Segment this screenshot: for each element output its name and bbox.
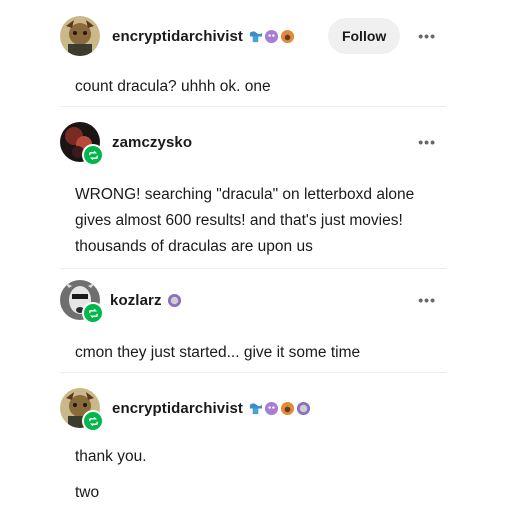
badge-group: [166, 293, 182, 308]
post-text: WRONG! searching "dracula" on letterboxd…: [75, 186, 415, 255]
post-header: zamczysko •••: [60, 120, 446, 166]
post-text: cmon they just started... give it some t…: [75, 344, 361, 361]
reblog-icon: [82, 302, 104, 324]
ellipsis-icon[interactable]: •••: [418, 135, 436, 149]
follow-button[interactable]: Follow: [327, 18, 401, 54]
post-text: count dracula? uhhh ok. one: [75, 78, 271, 95]
post-header: kozlarz •••: [60, 278, 446, 324]
wave-badge-icon: [249, 30, 263, 42]
avatar-image: [60, 16, 100, 56]
avatar[interactable]: [60, 16, 100, 56]
orange-creature-badge-icon: [280, 401, 295, 415]
reblog-icon: [82, 144, 104, 166]
wave-badge-icon: [249, 402, 263, 414]
purple-creature-badge-icon: [264, 29, 279, 43]
ellipsis-icon[interactable]: •••: [418, 29, 436, 43]
avatar[interactable]: [60, 388, 104, 432]
avatar[interactable]: [60, 280, 104, 324]
post-1: encryptidarchivist Follow ••• count drac…: [60, 14, 446, 107]
badge-group: [247, 29, 295, 44]
ellipsis-icon[interactable]: •••: [418, 293, 436, 307]
grey-creature-badge-icon: [167, 293, 181, 307]
purple-creature-badge-icon: [264, 401, 279, 415]
grey-creature-badge-icon: [296, 401, 311, 415]
post-4: encryptidarchivist thank you. two: [60, 386, 446, 516]
username[interactable]: encryptidarchivist: [112, 28, 243, 45]
post-header: encryptidarchivist: [60, 386, 446, 432]
orange-creature-badge-icon: [280, 29, 295, 43]
badge-group: [247, 401, 311, 416]
username[interactable]: kozlarz: [110, 292, 162, 309]
reblog-icon: [82, 410, 104, 432]
avatar[interactable]: [60, 122, 104, 166]
post-text: thank you.: [75, 448, 147, 465]
post-header: encryptidarchivist Follow •••: [60, 14, 446, 58]
post-3: kozlarz ••• cmon they just started... gi…: [60, 278, 446, 373]
post-text: two: [75, 484, 100, 501]
post-2: zamczysko ••• WRONG! searching "dracula"…: [60, 120, 446, 269]
username[interactable]: zamczysko: [112, 134, 192, 151]
username[interactable]: encryptidarchivist: [112, 400, 243, 417]
